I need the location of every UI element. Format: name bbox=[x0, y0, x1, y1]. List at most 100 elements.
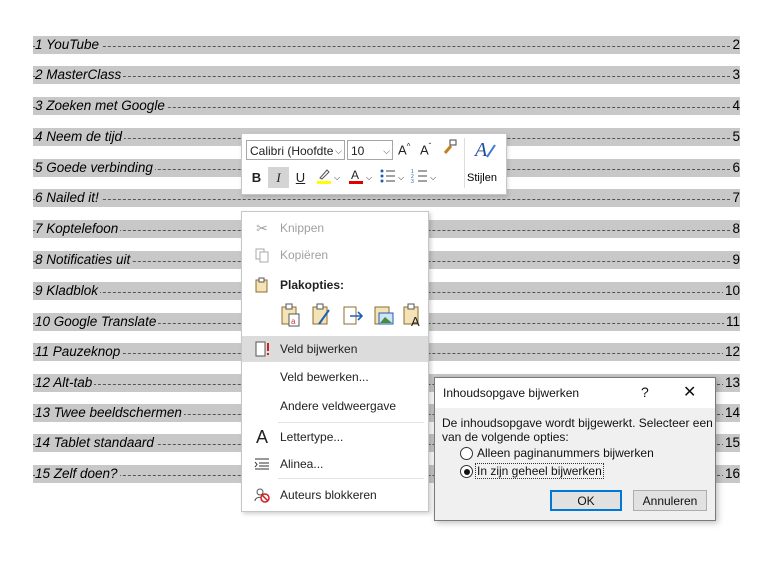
paste-link-icon[interactable] bbox=[342, 302, 364, 328]
font-name-value: Calibri (Hoofdte bbox=[250, 144, 334, 158]
update-toc-dialog: Inhoudsopgave bijwerken ? ✕ De inhoudsop… bbox=[434, 377, 716, 521]
numbered-list-icon: 123 bbox=[411, 169, 427, 185]
dialog-message-line1: De inhoudsopgave wordt bijgewerkt. Selec… bbox=[442, 416, 713, 430]
chevron-down-icon[interactable]: ⌵ bbox=[383, 141, 390, 161]
toc-entry-page: 7 bbox=[730, 189, 740, 207]
toc-entry-page: 11 bbox=[723, 313, 740, 331]
toc-leader-dots bbox=[33, 76, 740, 77]
svg-text:A: A bbox=[351, 168, 359, 182]
toc-entry[interactable]: 3 Zoeken met Google 4 bbox=[33, 97, 740, 115]
ok-button[interactable]: OK bbox=[550, 490, 622, 511]
dialog-titlebar: Inhoudsopgave bijwerken ? ✕ bbox=[435, 378, 715, 408]
toc-entry-page: 6 bbox=[730, 159, 740, 177]
chevron-down-icon[interactable]: ⌵ bbox=[332, 167, 342, 188]
menu-item-veld-bewerken[interactable]: Veld bewerken... bbox=[242, 364, 428, 390]
menu-item-label: Knippen bbox=[280, 221, 325, 235]
toc-entry-page: 15 bbox=[722, 434, 740, 452]
underline-button[interactable]: U bbox=[290, 167, 311, 188]
italic-button[interactable]: I bbox=[268, 167, 289, 188]
bullets-button[interactable] bbox=[377, 167, 398, 188]
toc-entry-title: 3 Zoeken met Google bbox=[35, 97, 167, 115]
toc-entry-title: 7 Koptelefoon bbox=[35, 220, 121, 238]
paste-keep-source-icon[interactable]: a bbox=[280, 302, 302, 328]
chevron-down-icon[interactable]: ⌵ bbox=[335, 141, 342, 161]
menu-item-auteurs-blokkeren[interactable]: Auteurs blokkeren bbox=[242, 482, 428, 508]
menu-item-alinea[interactable]: Alinea... bbox=[242, 451, 428, 477]
toc-entry-title: 15 Zelf doen? bbox=[35, 465, 120, 483]
menu-item-label: Kopiëren bbox=[280, 248, 329, 262]
menu-item-label: Veld bijwerken bbox=[280, 342, 358, 356]
toc-entry-title: 11 Pauzeknop bbox=[35, 343, 123, 361]
styles-button[interactable]: A bbox=[471, 137, 501, 164]
toc-entry-title: 14 Tablet standaard bbox=[35, 434, 156, 452]
font-size-combobox[interactable]: 10 ⌵ bbox=[347, 140, 393, 160]
toc-entry-page: 5 bbox=[730, 128, 740, 146]
menu-item-kopieren[interactable]: Kopiëren bbox=[242, 242, 428, 268]
font-color-button[interactable]: A bbox=[345, 167, 366, 188]
menu-item-knippen[interactable]: ✂ Knippen bbox=[242, 215, 428, 241]
font-name-combobox[interactable]: Calibri (Hoofdte ⌵ bbox=[246, 140, 345, 160]
help-icon[interactable]: ? bbox=[641, 384, 649, 400]
radio-full-update[interactable] bbox=[460, 465, 473, 478]
clipboard-icon bbox=[254, 277, 270, 293]
scissors-icon: ✂ bbox=[256, 220, 268, 236]
toc-entry-title: 10 Google Translate bbox=[35, 313, 159, 331]
highlight-button[interactable] bbox=[313, 167, 334, 188]
paste-text-only-icon[interactable]: A bbox=[402, 302, 424, 328]
radio-pages-only[interactable] bbox=[460, 447, 473, 460]
toc-entry-title: 4 Neem de tijd bbox=[35, 128, 125, 146]
format-painter-icon[interactable] bbox=[441, 138, 459, 159]
radio-pages-only-label[interactable]: Alleen paginanummers bijwerken bbox=[477, 446, 654, 460]
paragraph-icon bbox=[254, 456, 270, 472]
context-menu: ✂ Knippen Kopiëren Plakopties: a A Veld … bbox=[241, 211, 429, 512]
cancel-button[interactable]: Annuleren bbox=[633, 490, 707, 511]
dialog-message-line2: van de volgende opties: bbox=[442, 430, 569, 444]
paste-picture-icon[interactable] bbox=[373, 302, 395, 328]
toc-entry[interactable]: 1 YouTube 2 bbox=[33, 36, 740, 54]
block-authors-icon bbox=[254, 487, 270, 503]
numbering-button[interactable]: 123 bbox=[409, 167, 430, 188]
copy-icon bbox=[254, 247, 270, 263]
toc-entry[interactable]: 2 MasterClass 3 bbox=[33, 66, 740, 84]
toc-entry-title: 2 MasterClass bbox=[35, 66, 124, 84]
svg-text:3: 3 bbox=[411, 179, 414, 185]
update-field-icon bbox=[254, 341, 270, 357]
toc-entry-page: 2 bbox=[730, 36, 740, 54]
chevron-down-icon[interactable]: ⌵ bbox=[364, 167, 374, 188]
menu-item-lettertype[interactable]: A Lettertype... bbox=[242, 424, 428, 450]
toc-entry-page: 3 bbox=[730, 66, 740, 84]
paste-merge-format-icon[interactable] bbox=[311, 302, 333, 328]
chevron-down-icon[interactable]: ⌵ bbox=[396, 167, 406, 188]
menu-item-label: Auteurs blokkeren bbox=[280, 488, 377, 502]
bullet-list-icon bbox=[380, 169, 395, 183]
toc-entry-title: 13 Twee beeldschermen bbox=[35, 404, 184, 422]
svg-text:A: A bbox=[473, 139, 488, 161]
menu-item-andere-veldweergave[interactable]: Andere veldweergave bbox=[242, 393, 428, 419]
bold-button[interactable]: B bbox=[246, 167, 267, 188]
svg-text:a: a bbox=[291, 317, 296, 326]
font-size-value: 10 bbox=[351, 144, 365, 158]
mini-toolbar: Calibri (Hoofdte ⌵ 10 ⌵ A^ Aˇ A Stijlen … bbox=[241, 133, 507, 195]
toc-entry-title: 8 Notificaties uit bbox=[35, 251, 133, 269]
toc-leader-dots bbox=[33, 46, 740, 47]
toc-entry-page: 4 bbox=[730, 97, 740, 115]
toc-entry-title: 6 Nailed it! bbox=[35, 189, 101, 207]
menu-separator bbox=[278, 422, 424, 423]
toc-entry-page: 13 bbox=[722, 374, 740, 392]
dialog-title: Inhoudsopgave bijwerken bbox=[443, 386, 580, 400]
toc-entry-page: 9 bbox=[730, 251, 740, 269]
paste-options: a A bbox=[280, 302, 424, 330]
divider bbox=[464, 138, 465, 188]
radio-full-update-label[interactable]: In zijn geheel bijwerken bbox=[475, 463, 604, 479]
chevron-down-icon[interactable]: ⌵ bbox=[428, 167, 438, 188]
styles-label[interactable]: Stijlen bbox=[467, 172, 497, 184]
close-icon[interactable]: ✕ bbox=[683, 382, 696, 402]
toc-leader-dots bbox=[33, 199, 740, 200]
toc-entry-page: 14 bbox=[722, 404, 740, 422]
menu-item-label: Plakopties: bbox=[280, 278, 345, 292]
menu-item-label: Alinea... bbox=[280, 457, 324, 471]
menu-item-veld-bijwerken[interactable]: Veld bijwerken bbox=[242, 336, 428, 362]
grow-font-icon[interactable]: A^ bbox=[398, 142, 410, 157]
shrink-font-icon[interactable]: Aˇ bbox=[420, 142, 431, 157]
toc-entry-page: 10 bbox=[722, 282, 740, 300]
